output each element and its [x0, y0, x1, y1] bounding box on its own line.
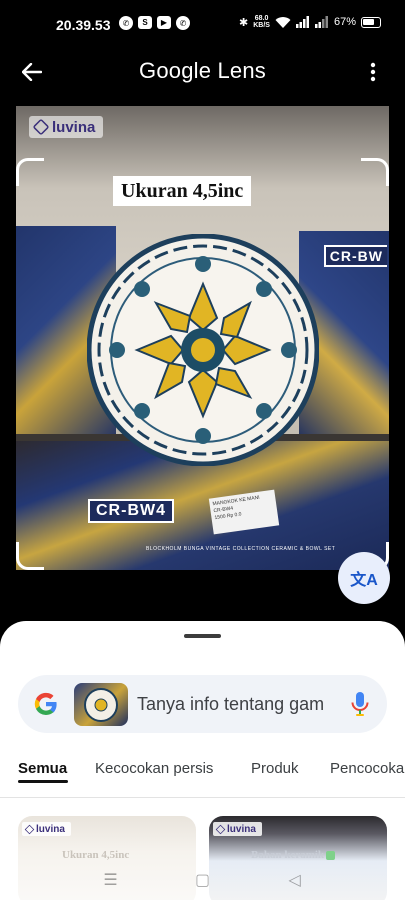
system-nav-bar: ☰ ▢ ◁ — [0, 860, 405, 900]
tab-kecocokan-persis[interactable]: Kecocokan persis — [95, 753, 213, 797]
app-title: Google Lens — [139, 58, 266, 83]
watermark-text: luvina — [52, 118, 96, 136]
result-watermark-text: luvina — [36, 823, 65, 835]
back-icon: ◁ — [288, 872, 301, 889]
thumbnail-bowl — [84, 688, 118, 722]
box-model-label-front: CR-BW4 — [88, 499, 174, 523]
crop-handle-top-right[interactable] — [361, 158, 389, 186]
mic-icon — [351, 692, 369, 716]
result-tabs: Semua Kecocokan persis Produk Pencocokan — [0, 753, 405, 797]
ceramic-bowl — [87, 234, 319, 466]
overflow-menu-button[interactable] — [361, 60, 385, 84]
search-image-thumbnail[interactable] — [74, 683, 128, 726]
translate-icon: 文A — [350, 572, 378, 589]
luvina-logo-icon — [32, 118, 50, 136]
net-speed-value: 68.0 — [254, 15, 269, 22]
battery-percent: 67% — [333, 16, 356, 28]
photo-caption: Ukuran 4,5inc — [113, 176, 252, 206]
tab-produk[interactable]: Produk — [251, 753, 299, 797]
status-bar: 20.39.53 ✆ S ▶ ✆ ✱ 68.0 KB/S 67% — [0, 0, 405, 48]
result-watermark-text: luvina — [227, 823, 256, 835]
shop-bag-icon: S — [138, 16, 152, 29]
nav-recents-button[interactable]: ☰ — [98, 867, 124, 893]
translate-button[interactable]: 文A — [338, 552, 390, 604]
nav-home-button[interactable]: ▢ — [190, 867, 216, 893]
signal-icon — [295, 16, 309, 28]
net-speed-unit: KB/S — [253, 22, 270, 29]
sheet-drag-handle[interactable] — [184, 634, 221, 638]
whatsapp-icon: ✆ — [119, 16, 133, 30]
check-icon — [326, 850, 336, 860]
crop-handle-top-left[interactable] — [16, 158, 44, 186]
bluetooth-icon: ✱ — [239, 16, 249, 29]
net-speed: 68.0 KB/S — [253, 15, 270, 29]
google-g-icon — [34, 692, 57, 716]
crop-handle-bottom-left[interactable] — [16, 542, 44, 570]
luvina-logo-icon — [24, 824, 35, 834]
screen: 20.39.53 ✆ S ▶ ✆ ✱ 68.0 KB/S 67% Google … — [0, 0, 405, 900]
box-model-label-side: CR-BW — [323, 245, 387, 267]
wifi-icon — [275, 16, 291, 28]
notification-icons: ✆ S ▶ ✆ — [119, 16, 190, 30]
signal-icon-secondary — [314, 16, 328, 28]
more-vert-icon — [370, 62, 376, 82]
box-small-text: BLOCKHOLM BUNGA VINTAGE COLLECTION CERAM… — [146, 546, 336, 552]
voice-search-button[interactable] — [345, 688, 375, 720]
active-tab-indicator — [18, 780, 68, 783]
whatsapp-icon: ✆ — [176, 16, 190, 30]
results-sheet: Semua Kecocokan persis Produk Pencocokan… — [0, 621, 405, 900]
home-icon: ▢ — [194, 872, 211, 889]
tab-pencocokan[interactable]: Pencocokan — [330, 753, 405, 797]
tabs-divider — [0, 797, 405, 798]
app-bar: Google Lens — [0, 48, 405, 96]
youtube-icon: ▶ — [157, 16, 171, 29]
status-time: 20.39.53 — [56, 17, 111, 33]
searched-image[interactable]: luvina Ukuran 4,5inc CR-BW CR-BW4 MANGKO… — [16, 106, 389, 570]
result-watermark: luvina — [213, 822, 262, 836]
luvina-logo-icon — [215, 824, 226, 834]
recents-icon: ☰ — [103, 872, 118, 889]
luvina-watermark: luvina — [29, 116, 104, 138]
nav-back-button[interactable]: ◁ — [282, 867, 308, 893]
tab-semua[interactable]: Semua — [18, 753, 67, 797]
battery-icon — [361, 16, 381, 28]
search-input[interactable] — [137, 692, 345, 716]
system-indicators: ✱ 68.0 KB/S 67% — [239, 15, 381, 29]
search-bar[interactable] — [18, 675, 387, 733]
result-watermark: luvina — [22, 822, 71, 836]
